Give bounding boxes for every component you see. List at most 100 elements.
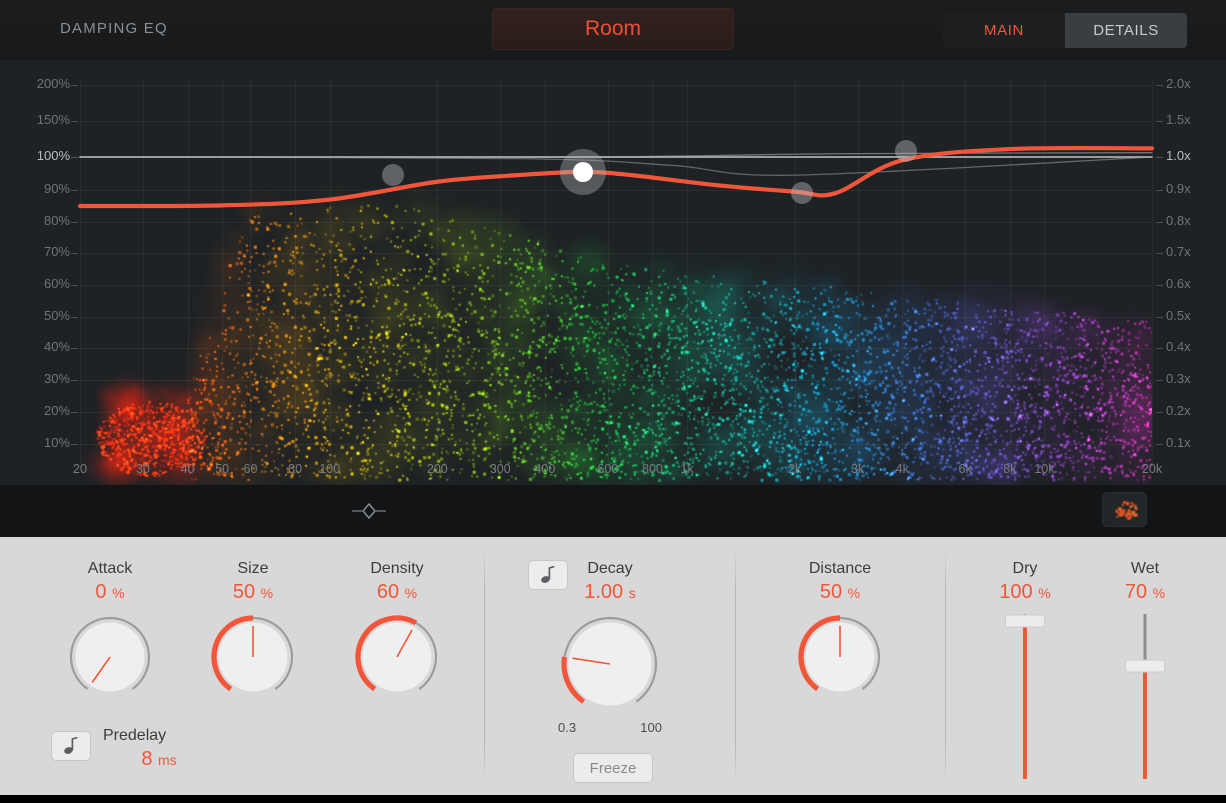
eq-control-point-1[interactable] — [381, 164, 404, 187]
y-axis-left-tick: 150% — [36, 112, 70, 127]
y-axis-left-tick: 10% — [43, 435, 70, 450]
x-axis-tick: 100 — [319, 462, 341, 476]
size-value: 50 % — [232, 581, 274, 603]
x-axis-tick: 20k — [1141, 462, 1163, 476]
y-axis-tick-mark — [71, 285, 78, 286]
attack-value: 0 % — [95, 581, 125, 603]
y-axis-right: 2.0x 1.5x 1.0x 0.9x 0.8x 0.7x 0.6x 0.5x 0.4x 0.3x… — [1156, 60, 1226, 485]
wet-track-inactive — [1143, 614, 1147, 667]
preset-button[interactable]: Room — [492, 8, 734, 50]
plugin-window: DAMPING EQ Room MAIN DETAILS 200% 150% 100… — [0, 0, 1226, 803]
knob-graphic — [211, 615, 294, 692]
y-axis-right-tick: 0.6x — [1166, 276, 1191, 291]
size-knob[interactable] — [208, 612, 298, 702]
density-knob[interactable] — [352, 612, 442, 702]
parameter-bar: Frequency: 510 Hz Ratio: 0.93 x Q: 0.71 — [0, 485, 1226, 537]
y-axis-right-tick: 1.0x — [1166, 148, 1191, 163]
control-panel: Attack 0 % Predelay 8 ms Size 50 % Densi… — [0, 537, 1226, 795]
y-axis-tick-mark — [1156, 253, 1163, 254]
distance-control: Distance 50 % — [775, 560, 905, 702]
panel-divider-1 — [484, 547, 485, 785]
predelay-sync-button[interactable] — [51, 731, 91, 761]
decay-max-label: 100 — [640, 720, 662, 735]
y-axis-tick-mark — [71, 317, 78, 318]
eq-curves — [77, 145, 1155, 209]
y-axis-tick-mark — [1156, 285, 1163, 286]
predelay-value[interactable]: 8 ms — [95, 748, 223, 771]
x-axis-tick: 30 — [135, 462, 150, 476]
dry-slider[interactable] — [1005, 614, 1045, 779]
dry-value: 100 % — [999, 581, 1051, 603]
y-axis-right-tick: 0.7x — [1166, 244, 1191, 259]
knob-graphic — [561, 616, 658, 706]
x-axis-tick: 8k — [1003, 462, 1017, 476]
wet-track-active — [1143, 666, 1147, 779]
y-axis-tick-mark — [71, 380, 78, 381]
y-axis-tick-mark — [71, 85, 78, 86]
preset-label: Room — [584, 17, 642, 40]
decay-knob[interactable] — [558, 612, 662, 716]
distance-value: 50 % — [819, 581, 861, 603]
y-axis-left-tick: 200% — [36, 76, 70, 91]
panel-divider-2 — [735, 547, 736, 785]
wet-label: Wet — [1130, 560, 1160, 577]
eq-control-point-3[interactable] — [791, 182, 814, 205]
x-axis-tick: 80 — [288, 462, 303, 476]
attack-knob[interactable] — [65, 612, 155, 702]
y-axis-right-tick: 0.2x — [1166, 403, 1191, 418]
y-axis-right-tick: 2.0x — [1166, 76, 1191, 91]
particle-display-toggle[interactable] — [1102, 492, 1147, 527]
node-diamond-icon — [352, 502, 386, 520]
y-axis-tick-mark — [1156, 222, 1163, 223]
y-axis-tick-mark — [71, 190, 78, 191]
y-axis-tick-mark — [1156, 317, 1163, 318]
y-axis-tick-mark — [1156, 444, 1163, 445]
tab-main[interactable]: MAIN — [943, 13, 1065, 48]
y-axis-left-tick: 70% — [43, 244, 70, 259]
y-axis-left-tick: 90% — [43, 181, 70, 196]
window-bottom-edge — [0, 795, 1226, 803]
eq-control-point-2[interactable] — [559, 148, 606, 195]
dry-control: Dry 100 % — [965, 560, 1085, 779]
y-axis-tick-mark — [1156, 85, 1163, 86]
y-axis-right-tick: 0.4x — [1166, 339, 1191, 354]
y-axis-right-tick: 0.5x — [1166, 308, 1191, 323]
knob-graphic — [798, 615, 881, 692]
x-axis-tick: 50 — [215, 462, 230, 476]
x-axis-tick: 40 — [180, 462, 195, 476]
y-axis-left-tick: 30% — [43, 371, 70, 386]
y-axis-tick-mark — [71, 253, 78, 254]
dry-label: Dry — [1012, 560, 1038, 577]
y-axis-right-tick: 0.3x — [1166, 371, 1191, 386]
dry-track-active — [1023, 621, 1027, 779]
x-axis-tick: 10k — [1034, 462, 1055, 476]
size-label: Size — [237, 560, 269, 577]
attack-control: Attack 0 % — [45, 560, 175, 702]
y-axis-left-tick: 50% — [43, 308, 70, 323]
freeze-button[interactable]: Freeze — [573, 753, 653, 783]
y-axis-right-tick: 0.9x — [1166, 181, 1191, 196]
y-axis-left-tick: 40% — [43, 339, 70, 354]
wet-slider-handle[interactable] — [1125, 659, 1165, 673]
dry-slider-handle[interactable] — [1005, 614, 1045, 628]
y-axis-tick-mark — [1156, 190, 1163, 191]
x-axis-tick: 300 — [489, 462, 511, 476]
wet-slider[interactable] — [1125, 614, 1165, 779]
distance-knob[interactable] — [795, 612, 885, 702]
knob-graphic — [69, 616, 151, 692]
x-axis-tick: 1k — [680, 462, 694, 476]
y-axis-tick-mark — [1156, 121, 1163, 122]
tab-details[interactable]: DETAILS — [1065, 13, 1187, 48]
y-axis-left-tick: 60% — [43, 276, 70, 291]
x-axis-tick: 6k — [958, 462, 972, 476]
view-tabs: MAIN DETAILS — [943, 13, 1187, 48]
y-axis-left-tick: 100% — [36, 148, 70, 163]
y-axis-left-tick: 80% — [43, 213, 70, 228]
y-axis-tick-mark — [71, 157, 78, 158]
x-axis-tick: 2k — [788, 462, 802, 476]
y-axis-tick-mark — [71, 121, 78, 122]
y-axis-tick-mark — [1156, 380, 1163, 381]
density-label: Density — [370, 560, 424, 577]
eq-display[interactable] — [0, 60, 1226, 485]
eq-control-point-4[interactable] — [895, 140, 918, 163]
